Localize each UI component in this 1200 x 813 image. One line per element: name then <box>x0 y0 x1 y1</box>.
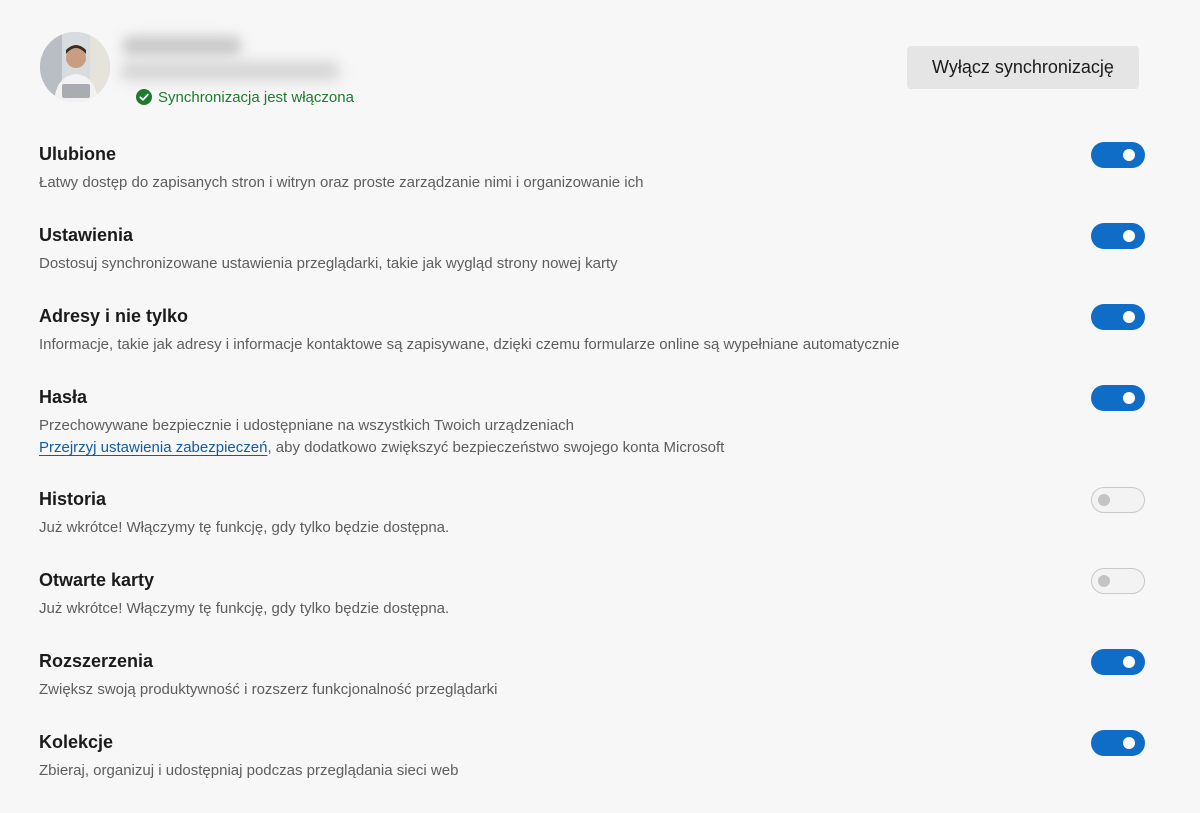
item-title: Historia <box>39 489 107 509</box>
link-suffix-text: , aby dodatkowo zwiększyć bezpieczeństwo… <box>267 439 725 456</box>
sync-item-collections: Kolekcje Zbieraj, organizuj i udostępnia… <box>39 730 1145 782</box>
avatar <box>40 32 110 102</box>
sync-item-favorites: Ulubione Łatwy dostęp do zapisanych stro… <box>39 142 1145 194</box>
profile-header: Synchronizacja jest włączona <box>40 32 740 112</box>
security-settings-link[interactable]: Przejrzyj ustawienia zabezpieczeń <box>39 439 267 456</box>
history-toggle[interactable] <box>1091 487 1145 513</box>
toggle-knob <box>1123 737 1135 749</box>
sync-item-settings: Ustawienia Dostosuj synchronizowane usta… <box>39 223 1145 275</box>
toggle-knob <box>1123 656 1135 668</box>
item-description: Zwiększ swoją produktywność i rozszerz f… <box>39 681 498 698</box>
sync-status: Synchronizacja jest włączona <box>136 87 354 107</box>
settings-toggle[interactable] <box>1091 223 1145 249</box>
item-description: Dostosuj synchronizowane ustawienia prze… <box>39 255 618 272</box>
item-description-extra: Przejrzyj ustawienia zabezpieczeń, aby d… <box>39 437 1145 459</box>
toggle-knob <box>1123 230 1135 242</box>
toggle-knob <box>1123 311 1135 323</box>
item-title: Kolekcje <box>39 732 114 752</box>
sync-item-extensions: Rozszerzenia Zwiększ swoją produktywność… <box>39 649 1145 701</box>
passwords-toggle[interactable] <box>1091 385 1145 411</box>
sync-item-addresses: Adresy i nie tylko Informacje, takie jak… <box>39 304 1145 356</box>
sync-status-text: Synchronizacja jest włączona <box>158 88 354 106</box>
addresses-toggle[interactable] <box>1091 304 1145 330</box>
item-title: Hasła <box>39 387 88 407</box>
open-tabs-toggle[interactable] <box>1091 568 1145 594</box>
item-description: Łatwy dostęp do zapisanych stron i witry… <box>39 174 644 191</box>
item-title: Otwarte karty <box>39 570 155 590</box>
item-description: Przechowywane bezpiecznie i udostępniane… <box>39 417 575 434</box>
toggle-knob <box>1123 392 1135 404</box>
blurred-email <box>120 62 340 80</box>
item-description: Już wkrótce! Włączymy tę funkcję, gdy ty… <box>39 600 450 617</box>
blurred-name <box>122 36 242 56</box>
item-title: Ustawienia <box>39 225 134 245</box>
favorites-toggle[interactable] <box>1091 142 1145 168</box>
check-circle-icon <box>136 89 152 105</box>
item-title: Adresy i nie tylko <box>39 306 189 326</box>
item-description: Zbieraj, organizuj i udostępniaj podczas… <box>39 762 459 779</box>
sync-item-passwords: Hasła Przechowywane bezpiecznie i udostę… <box>39 385 1145 459</box>
item-title: Ulubione <box>39 144 116 164</box>
toggle-knob <box>1098 575 1110 587</box>
item-description: Już wkrótce! Włączymy tę funkcję, gdy ty… <box>39 519 450 536</box>
extensions-toggle[interactable] <box>1091 649 1145 675</box>
item-title: Rozszerzenia <box>39 651 154 671</box>
toggle-knob <box>1123 149 1135 161</box>
toggle-knob <box>1098 494 1110 506</box>
sync-item-history: Historia Już wkrótce! Włączymy tę funkcj… <box>39 487 1145 539</box>
item-description: Informacje, takie jak adresy i informacj… <box>39 336 900 353</box>
turn-off-sync-button[interactable]: Wyłącz synchronizację <box>907 46 1139 89</box>
sync-item-open-tabs: Otwarte karty Już wkrótce! Włączymy tę f… <box>39 568 1145 620</box>
collections-toggle[interactable] <box>1091 730 1145 756</box>
